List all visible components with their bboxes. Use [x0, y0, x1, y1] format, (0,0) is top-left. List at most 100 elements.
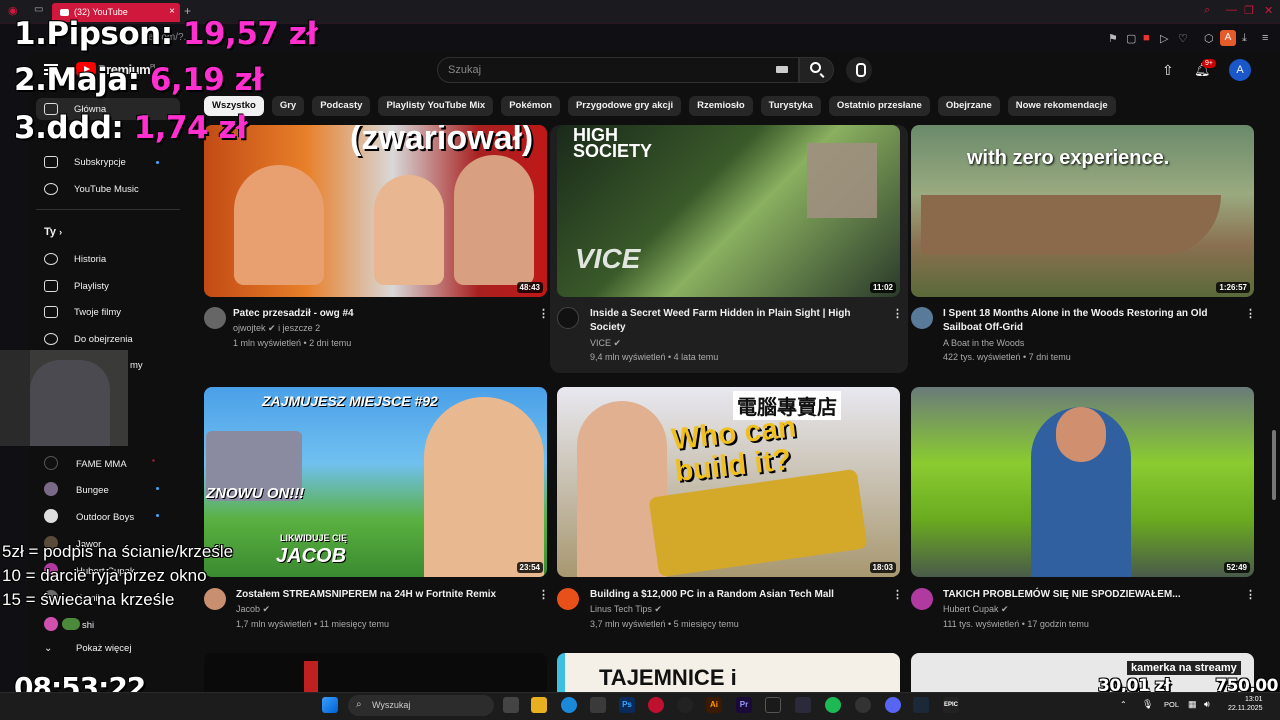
sidebar-item-watch-later[interactable]: Do obejrzenia — [44, 333, 133, 345]
capcut-icon[interactable] — [677, 697, 693, 713]
more-options-icon[interactable]: ⋮ — [538, 307, 549, 320]
search-input[interactable]: Szukaj — [437, 57, 799, 83]
close-window-button[interactable]: ✕ — [1264, 4, 1273, 17]
epic-games-icon[interactable]: EPIC — [943, 697, 959, 713]
taskbar-clock[interactable]: 13:01 22.11.2025 — [1228, 695, 1263, 713]
tray-chevron-icon[interactable]: ⌃ — [1120, 700, 1127, 709]
obs-icon[interactable] — [765, 697, 781, 713]
video-thumbnail[interactable] — [204, 653, 547, 692]
channel-name[interactable]: VICE ✔ — [590, 338, 621, 349]
channel-name[interactable]: Jacob ✔ — [236, 604, 270, 615]
microphone-icon[interactable]: 🎙︎ — [1142, 699, 1153, 710]
chip-tourism[interactable]: Turystyka — [760, 96, 821, 116]
store-icon[interactable] — [590, 697, 606, 713]
video-thumbnail[interactable]: with zero experience. 1:26:57 — [911, 125, 1254, 297]
chip-podcasts[interactable]: Podcasty — [312, 96, 371, 116]
opera-gx-icon[interactable] — [648, 697, 664, 713]
chip-recently-uploaded[interactable]: Ostatnio przesłane — [828, 96, 930, 116]
steam-icon[interactable] — [913, 697, 929, 713]
video-thumbnail[interactable]: 52:49 — [911, 387, 1254, 577]
more-options-icon[interactable]: ⋮ — [1245, 307, 1256, 320]
premiere-icon[interactable]: Pr — [736, 697, 752, 713]
channel-name[interactable]: Linus Tech Tips ✔ — [590, 604, 662, 615]
chip-games[interactable]: Gry — [271, 96, 305, 116]
chip-watched[interactable]: Obejrzane — [937, 96, 1000, 116]
menu-icon[interactable]: ≡ — [1262, 32, 1268, 44]
video-title[interactable]: Zostałem STREAMSNIPEREM na 24H w Fortnit… — [236, 588, 526, 602]
shield-icon[interactable]: ■ — [1143, 32, 1150, 44]
tab-list-icon[interactable]: ▭ — [34, 4, 43, 15]
task-view-icon[interactable] — [503, 697, 519, 713]
video-title[interactable]: I Spent 18 Months Alone in the Woods Res… — [943, 307, 1233, 335]
screenshot-icon[interactable]: ▢ — [1126, 32, 1136, 45]
spotify-icon[interactable] — [825, 697, 841, 713]
download-icon[interactable]: ⤓ — [1242, 32, 1247, 45]
you-section-header[interactable]: Ty › — [44, 226, 62, 238]
extensions-icon[interactable]: ⬡ — [1204, 32, 1214, 45]
channel-name[interactable]: A Boat in the Woods — [943, 338, 1024, 348]
sidebar-show-more[interactable]: ⌄ Pokaż więcej — [44, 643, 131, 654]
sidebar-channel-outdoor-boys[interactable]: Outdoor Boys — [44, 509, 134, 523]
heart-icon[interactable]: ♡ — [1178, 32, 1188, 45]
sidebar-item-playlists[interactable]: Playlisty — [44, 280, 109, 292]
profile-icon[interactable]: A — [1220, 30, 1236, 46]
photoshop-icon[interactable]: Ps — [619, 697, 635, 713]
channel-avatar[interactable] — [204, 307, 226, 329]
channel-avatar[interactable] — [204, 588, 226, 610]
channel-avatar[interactable] — [557, 588, 579, 610]
chip-new-recommendations[interactable]: Nowe rekomendacje — [1007, 96, 1116, 116]
channel-avatar[interactable] — [911, 307, 933, 329]
illustrator-icon[interactable]: Ai — [706, 697, 722, 713]
keyboard-icon[interactable] — [776, 66, 788, 73]
sidebar-channel-bungee[interactable]: Bungee — [44, 482, 109, 496]
channel-name[interactable]: Hubert Cupak ✔ — [943, 604, 1009, 615]
more-options-icon[interactable]: ⋮ — [892, 307, 903, 320]
channel-name[interactable]: ojwojtek ✔ i jeszcze 2 — [233, 323, 320, 334]
sidebar-channel-fame-mma[interactable]: FAME MMA — [44, 456, 127, 470]
search-icon[interactable]: ⌕ — [1204, 4, 1210, 17]
page-scrollbar[interactable] — [1272, 430, 1276, 500]
account-avatar[interactable]: A — [1229, 59, 1251, 81]
chip-mix[interactable]: Playlisty YouTube Mix — [378, 96, 494, 116]
network-icon[interactable]: ▦ — [1188, 699, 1197, 710]
chip-pokemon[interactable]: Pokémon — [501, 96, 560, 116]
more-options-icon[interactable]: ⋮ — [1245, 588, 1256, 601]
edge-icon[interactable] — [561, 697, 577, 713]
video-thumbnail[interactable]: HIGH SOCIETY VICE 11:02 — [557, 125, 900, 297]
video-thumbnail[interactable]: TAJEMNICE i — [557, 653, 900, 692]
play-icon[interactable]: ▷ — [1160, 32, 1168, 45]
sidebar-item-liked[interactable]: my — [130, 360, 143, 371]
sidebar-channel-shi[interactable]: shi — [44, 617, 94, 631]
sidebar-item-your-videos[interactable]: Twoje filmy — [44, 306, 121, 318]
voice-search-button[interactable] — [846, 57, 872, 83]
language-indicator[interactable]: POL — [1164, 700, 1179, 709]
minimize-button[interactable]: — — [1226, 4, 1237, 16]
video-title[interactable]: TAKICH PROBLEMÓW SIĘ NIE SPODZIEWAŁEM... — [943, 588, 1233, 602]
app-icon[interactable] — [795, 697, 811, 713]
chip-crafts[interactable]: Rzemiosło — [689, 96, 753, 116]
more-options-icon[interactable]: ⋮ — [538, 588, 549, 601]
thumbnail-caption: Who can build it? — [669, 410, 798, 489]
taskbar-search[interactable]: Wyszukaj — [348, 695, 494, 716]
video-title[interactable]: Inside a Secret Weed Farm Hidden in Plai… — [590, 307, 880, 335]
sidebar-item-history[interactable]: Historia — [44, 253, 106, 265]
video-title[interactable]: Building a $12,000 PC in a Random Asian … — [590, 588, 880, 602]
video-title[interactable]: Patec przesadził - owg #4 — [233, 307, 528, 321]
discord-icon[interactable] — [885, 697, 901, 713]
sidebar-item-music[interactable]: YouTube Music — [44, 183, 139, 195]
upload-icon[interactable]: ⇧ — [1162, 62, 1174, 79]
app-icon[interactable] — [855, 697, 871, 713]
start-icon[interactable] — [322, 697, 338, 713]
file-explorer-icon[interactable] — [531, 697, 547, 713]
volume-icon[interactable]: 🔊︎ — [1204, 699, 1210, 710]
video-thumbnail[interactable]: (zwariował) 48:43 — [204, 125, 547, 297]
bookmark-icon[interactable]: ⚑ — [1108, 32, 1118, 45]
video-thumbnail[interactable]: 電腦專賣店 Who can build it? 18:03 — [557, 387, 900, 577]
channel-avatar[interactable] — [557, 307, 579, 329]
more-options-icon[interactable]: ⋮ — [892, 588, 903, 601]
video-thumbnail[interactable]: ZAJMUJESZ MIEJSCE #92 ZNOWU ON!!! LIKWID… — [204, 387, 547, 577]
chip-action-adventure[interactable]: Przygodowe gry akcji — [567, 96, 682, 116]
sidebar-item-subscriptions[interactable]: Subskrypcje — [44, 156, 126, 168]
maximize-button[interactable]: ❐ — [1244, 4, 1254, 17]
channel-avatar[interactable] — [911, 588, 933, 610]
